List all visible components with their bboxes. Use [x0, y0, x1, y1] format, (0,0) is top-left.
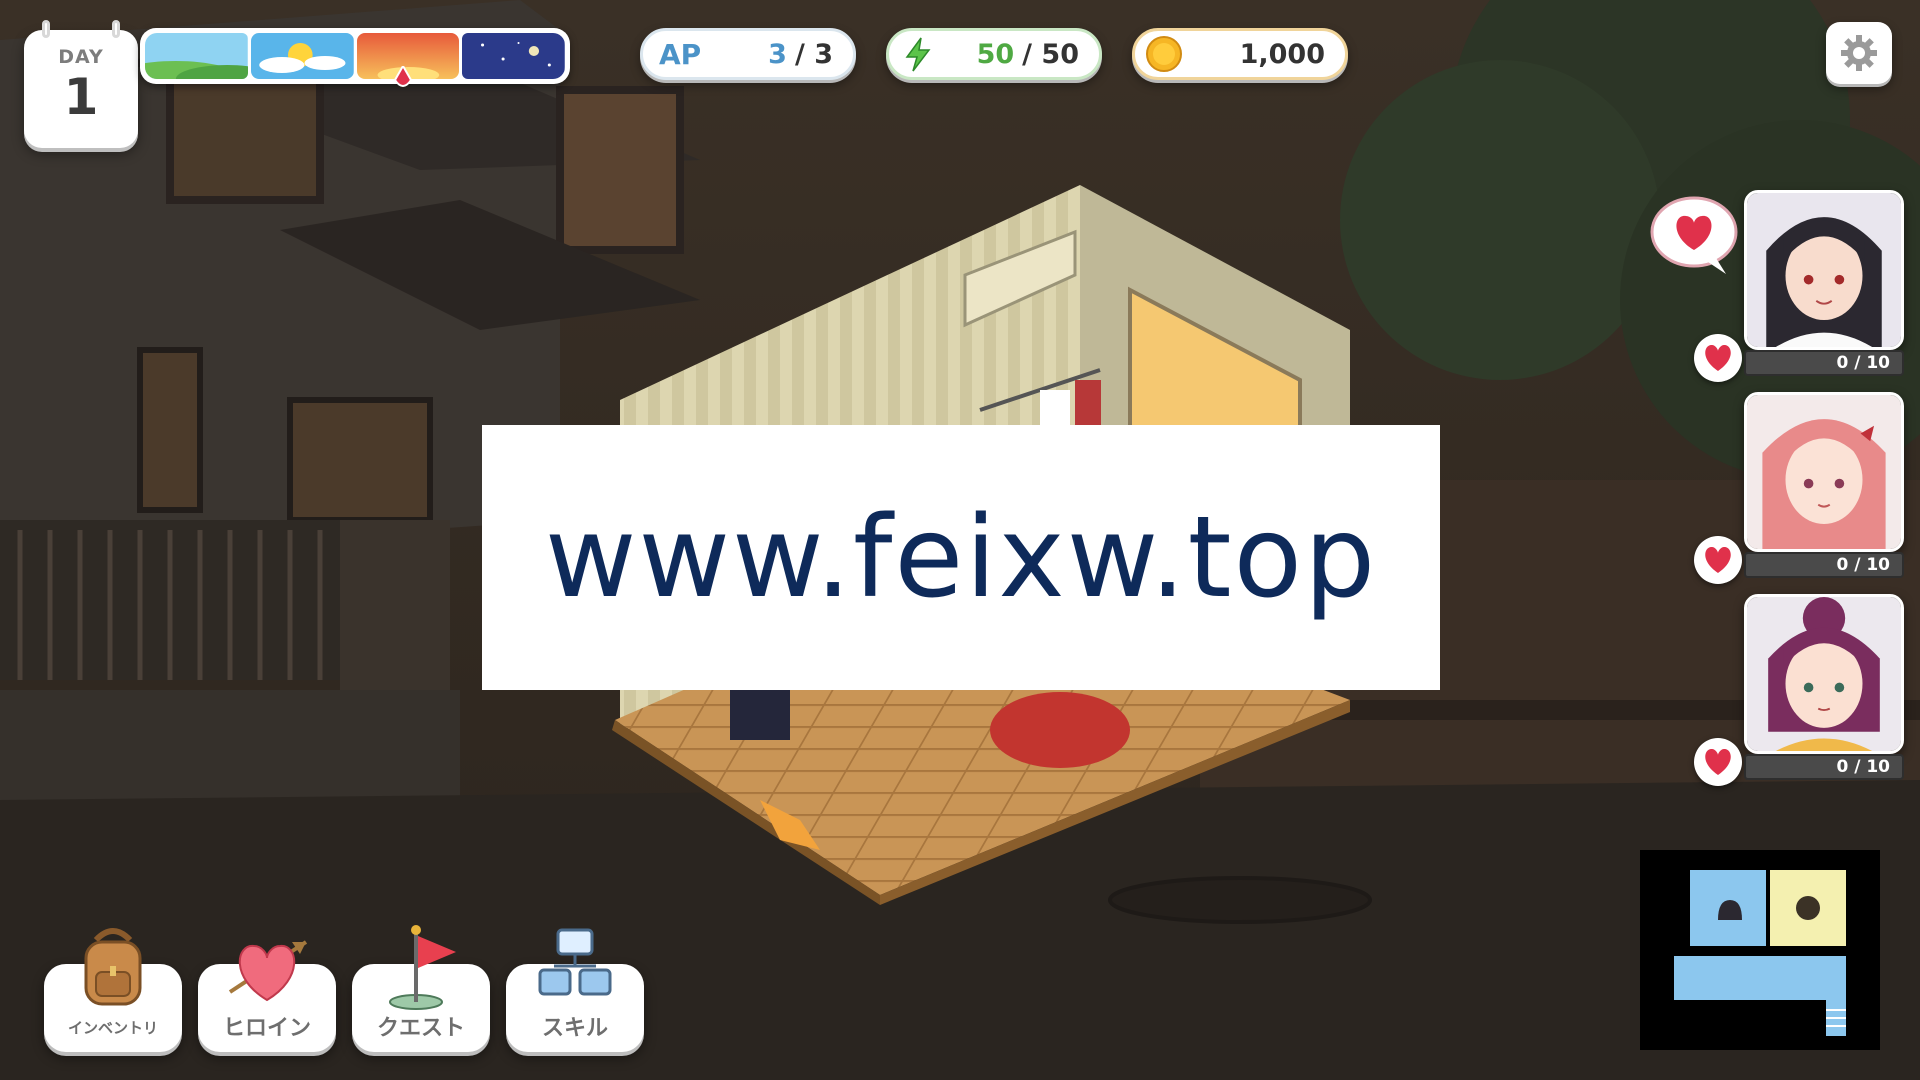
heroine-portrait-2[interactable] [1744, 392, 1904, 552]
time-indicator-icon [393, 66, 413, 87]
minimap-hallway [1674, 956, 1846, 1000]
day-counter: DAY 1 [24, 20, 138, 148]
affection-bar-1: 0 / 10 [1744, 350, 1904, 376]
minimap-map [1674, 870, 1846, 1036]
sun-icon [250, 33, 354, 79]
day-label: DAY [58, 46, 104, 68]
affection-heart-button-2[interactable] [1694, 536, 1742, 584]
heroine-button[interactable]: ヒロイン [198, 940, 336, 1052]
character-marker-icon [1796, 896, 1820, 920]
flag-icon [389, 925, 456, 1010]
affection-bar-2: 0 / 10 [1744, 552, 1904, 578]
minimap-stairs [1826, 956, 1846, 1036]
skill-tree-icon [538, 928, 612, 996]
heroine-card-3[interactable]: 0 / 10 [1694, 594, 1904, 790]
time-morning-segment [145, 33, 248, 79]
heroine-card-2[interactable]: 0 / 10 [1694, 392, 1904, 588]
heart-arrow-icon [228, 940, 308, 1002]
calendar-ring [112, 20, 120, 38]
moon-icon [462, 33, 565, 79]
energy-display: 50 / 50 [886, 28, 1102, 80]
minimap[interactable] [1640, 850, 1880, 1050]
ap-label: AP [659, 37, 702, 71]
heart-icon [1705, 748, 1731, 775]
energy-max: / 50 [1022, 38, 1079, 70]
skill-label: スキル [541, 1016, 608, 1041]
heart-speech-bubble-icon [1650, 196, 1738, 274]
watermark-text: www.feixw.top [544, 492, 1378, 623]
inventory-button[interactable]: インベントリ [44, 928, 182, 1052]
ap-max: / 3 [794, 38, 833, 70]
affection-bar-3: 0 / 10 [1744, 754, 1904, 780]
settings-button[interactable] [1826, 22, 1892, 84]
time-of-day-bar [140, 28, 570, 84]
lightning-icon [905, 37, 931, 72]
heroine-portrait-3[interactable] [1744, 594, 1904, 754]
time-noon-segment [250, 33, 354, 79]
heart-icon [1705, 546, 1731, 573]
morning-icon [145, 33, 248, 79]
quest-button[interactable]: クエスト [352, 925, 490, 1052]
day-number: 1 [63, 68, 99, 126]
skill-button[interactable]: スキル [506, 928, 644, 1052]
heroine-card-1[interactable]: 0 / 10 [1694, 190, 1904, 386]
heroine-portrait-1[interactable] [1744, 190, 1904, 350]
heroine-avatar-icon [1747, 193, 1901, 347]
coin-icon [1146, 36, 1182, 72]
calendar-ring [42, 20, 50, 38]
energy-current: 50 [976, 38, 1015, 70]
heroine-avatar-icon [1747, 597, 1901, 751]
affection-heart-button-1[interactable] [1694, 334, 1742, 382]
ap-current: 3 [768, 38, 787, 70]
heroine-label: ヒロイン [222, 1016, 311, 1041]
heroine-avatar-icon [1747, 395, 1901, 549]
gold-display: 1,000 [1132, 28, 1348, 80]
affection-heart-button-3[interactable] [1694, 738, 1742, 786]
heart-icon [1705, 344, 1731, 371]
quest-label: クエスト [376, 1016, 465, 1041]
gold-amount: 1,000 [1239, 38, 1325, 70]
watermark-overlay: www.feixw.top [482, 425, 1440, 690]
action-points-display: AP 3 / 3 [640, 28, 856, 80]
time-night-segment [462, 33, 565, 79]
gear-icon [1841, 35, 1877, 71]
backpack-icon [84, 928, 142, 1006]
inventory-label: インベントリ [67, 1019, 158, 1037]
